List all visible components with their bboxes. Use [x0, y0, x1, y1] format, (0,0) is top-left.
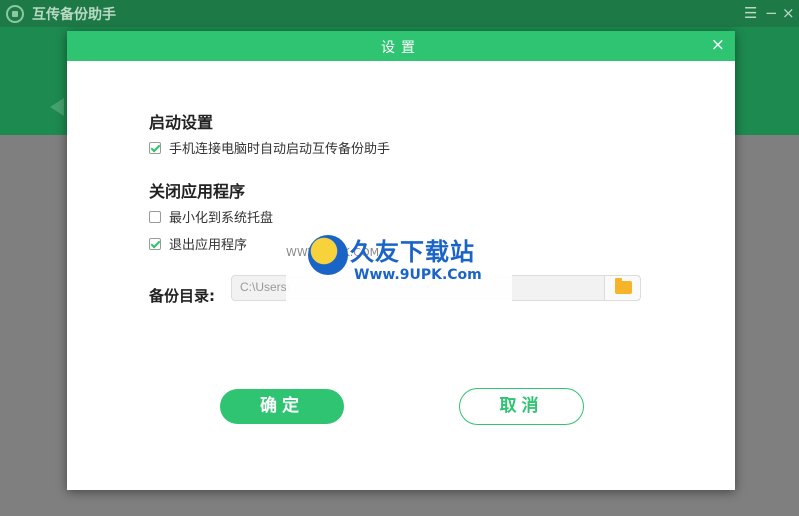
minimize-to-tray-label: 最小化到系统托盘: [169, 211, 274, 226]
minimize-to-tray-option[interactable]: 最小化到系统托盘: [149, 207, 273, 226]
cancel-button[interactable]: 取消: [459, 388, 584, 425]
back-arrow-icon[interactable]: [50, 98, 64, 116]
minimize-icon[interactable]: −: [765, 2, 778, 24]
app-close-icon[interactable]: ×: [782, 2, 795, 24]
ok-button[interactable]: 确定: [220, 389, 344, 424]
exit-app-label: 退出应用程序: [169, 238, 248, 253]
auto-start-option[interactable]: 手机连接电脑时自动启动互传备份助手: [149, 138, 390, 157]
minimize-to-tray-checkbox[interactable]: [149, 210, 161, 223]
startup-heading: 启动设置: [149, 113, 214, 132]
watermark-logo-icon: [308, 235, 348, 275]
browse-folder-button[interactable]: [604, 276, 640, 300]
backup-dir-label: 备份目录:: [149, 287, 215, 305]
folder-icon: [615, 278, 632, 294]
exit-app-option[interactable]: 退出应用程序: [149, 234, 247, 253]
exit-app-checkbox[interactable]: [149, 237, 161, 250]
app-titlebar: 互传备份助手 ☰ − ×: [0, 0, 799, 27]
dialog-titlebar: 设置 ×: [67, 31, 735, 61]
watermark-sub-text: Www.9UPK.Com: [354, 267, 482, 283]
dialog-title: 设置: [381, 40, 421, 56]
menu-icon[interactable]: ☰: [744, 2, 757, 24]
auto-start-label: 手机连接电脑时自动启动互传备份助手: [169, 142, 391, 157]
app-logo-icon: [6, 5, 24, 23]
app-title: 互传备份助手: [32, 7, 116, 23]
watermark: WWW.9UPK.COM 久友下载站 Www.9UPK.Com: [286, 210, 512, 304]
close-app-heading: 关闭应用程序: [149, 182, 246, 201]
auto-start-checkbox[interactable]: [149, 141, 161, 154]
watermark-main-text: 久友下载站: [350, 238, 475, 266]
dialog-close-icon[interactable]: ×: [711, 35, 725, 55]
